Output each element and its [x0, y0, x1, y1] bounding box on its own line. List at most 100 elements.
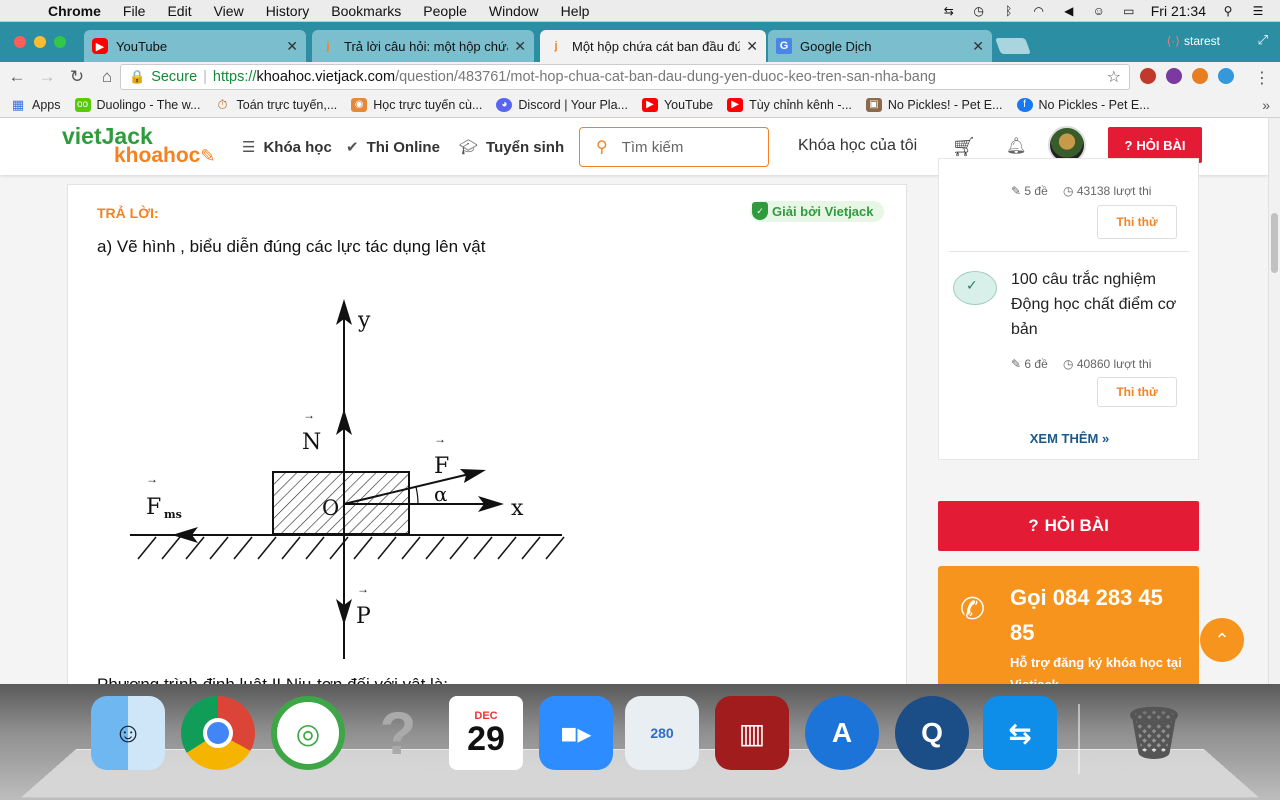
bookmark-star-icon[interactable]: ☆ [1107, 67, 1121, 87]
extension-icon-2[interactable] [1166, 68, 1182, 84]
teamviewer-status-icon[interactable]: ⇆ [941, 4, 957, 18]
graduation-cap-icon: 🎓︎ [459, 139, 479, 156]
bookmark-duolingo[interactable]: oo Duolingo - The w... [74, 97, 201, 112]
user-switch-icon[interactable]: ☺ [1091, 4, 1107, 18]
see-more-link[interactable]: XEM THÊM » [939, 431, 1200, 446]
views-label: 40860 lượt thi [1076, 357, 1152, 371]
youtube-icon: ▶ [92, 38, 108, 54]
menubar-clock[interactable]: Fri 21:34 [1151, 3, 1206, 19]
friction-force-vector-arrow: → [146, 472, 158, 486]
dock-unknown-app[interactable]: ? [358, 692, 438, 774]
site-search-input[interactable]: ⚲ Tìm kiếm [579, 127, 769, 167]
volume-icon[interactable]: ◀ [1061, 4, 1077, 18]
dock-chrome[interactable] [178, 692, 258, 774]
close-tab-icon[interactable]: ✕ [746, 38, 758, 55]
dock-photo-booth[interactable]: ▥ [712, 692, 792, 774]
macos-dock: ☺ ◎ ? DEC 29 ■▸ 280 ▥ A Q ⇆ 🗑︎ [0, 684, 1280, 800]
lock-icon[interactable]: 🔒 [129, 69, 145, 85]
try-test-button-2[interactable]: Thi thử [1097, 377, 1177, 407]
dock-app-store[interactable]: A [802, 692, 882, 774]
wifi-icon[interactable]: ◠ [1031, 4, 1047, 18]
chrome-menu-icon[interactable]: ⋮ [1254, 68, 1270, 88]
ask-question-large-button[interactable]: ? HỎI BÀI [938, 501, 1199, 551]
menu-history[interactable]: History [255, 3, 321, 19]
nav-thi-online[interactable]: ✔ Thi Online [346, 138, 440, 156]
dock-zoom[interactable]: ■▸ [536, 692, 616, 774]
bluetooth-icon[interactable]: ᛒ [1001, 4, 1017, 18]
vietjack-logo[interactable]: vietJack khoahoc✎ [62, 125, 216, 168]
bookmark-label: Học trực tuyến cù... [373, 97, 483, 112]
close-tab-icon[interactable]: ✕ [972, 38, 984, 55]
back-icon[interactable]: ← [4, 67, 30, 87]
dock-trash[interactable]: 🗑︎ [1114, 692, 1194, 774]
tab-tra-loi-cau-hoi[interactable]: j Trả lời câu hỏi: một hộp chứa ✕ [312, 30, 534, 62]
bookmark-no-pickles-1[interactable]: ▣ No Pickles! - Pet E... [865, 97, 1003, 112]
extension-icon-1[interactable] [1140, 68, 1156, 84]
dock-finder[interactable]: ☺ [88, 692, 168, 774]
scroll-to-top-button[interactable]: ⌃ [1200, 618, 1244, 662]
bookmark-label: No Pickles - Pet E... [1038, 97, 1150, 112]
new-tab-button[interactable] [995, 38, 1031, 54]
pencil-icon: ✎ [200, 146, 216, 166]
my-courses-link[interactable]: Khóa học của tôi [798, 137, 917, 155]
hotline-number[interactable]: Gọi 084 283 45 85 [1010, 580, 1185, 650]
try-test-button-1[interactable]: Thi thử [1097, 205, 1177, 239]
time-machine-icon[interactable]: ◷ [971, 4, 987, 18]
menu-file[interactable]: File [112, 3, 157, 19]
secure-label: Secure [151, 69, 198, 85]
more-bookmarks-icon[interactable]: » [1262, 97, 1270, 113]
close-tab-icon[interactable]: ✕ [286, 38, 298, 55]
extension-icon-3[interactable] [1192, 68, 1208, 84]
tab-youtube[interactable]: ▶ YouTube ✕ [84, 30, 306, 62]
page-scrollbar[interactable] [1268, 118, 1280, 684]
course-check-icon [953, 271, 997, 305]
forward-icon[interactable]: → [34, 67, 60, 87]
hotline-subtitle: Hỗ trợ đăng ký khóa học tại Vietjack [1010, 655, 1182, 684]
home-icon[interactable]: ⌂ [94, 67, 120, 87]
battery-icon[interactable]: ▭ [1121, 4, 1137, 18]
menu-view[interactable]: View [203, 3, 255, 19]
dock-teamviewer[interactable]: ⇆ [980, 692, 1060, 774]
menu-chrome[interactable]: Chrome [40, 3, 112, 19]
reload-icon[interactable]: ↻ [64, 67, 90, 87]
bookmark-hoc-truc-tuyen[interactable]: ◉ Học trực tuyến cù... [351, 97, 483, 112]
bookmark-toan-truc-tuyen[interactable]: ⏱ Toán trực tuyến,... [215, 97, 337, 112]
menu-bookmarks[interactable]: Bookmarks [320, 3, 412, 19]
bookmark-no-pickles-2[interactable]: f No Pickles - Pet E... [1016, 97, 1150, 112]
menu-edit[interactable]: Edit [156, 3, 202, 19]
dock-quicktime[interactable]: Q [892, 692, 972, 774]
profile-button[interactable]: ⟨·⟩ starest [1167, 34, 1220, 48]
address-bar[interactable]: 🔒 Secure | https:// khoahoc.vietjack.com… [120, 64, 1130, 90]
bookmark-youtube[interactable]: ▶ YouTube [641, 97, 713, 112]
bookmark-apps[interactable]: ▦ Apps [10, 97, 61, 112]
zoom-window-button[interactable] [54, 36, 66, 48]
bookmark-tuy-chinh-kenh[interactable]: ▶ Tùy chỉnh kênh -... [727, 97, 852, 112]
extension-icon-4[interactable] [1218, 68, 1234, 84]
cart-icon[interactable]: 🛒︎ [952, 135, 976, 159]
menu-window[interactable]: Window [478, 3, 550, 19]
close-window-button[interactable] [14, 36, 26, 48]
spotlight-search-icon[interactable]: ⚲ [1220, 4, 1236, 18]
bell-icon[interactable]: 🔔︎ [1006, 136, 1026, 156]
scrollbar-thumb[interactable] [1271, 213, 1278, 273]
nav-khoa-hoc[interactable]: ☰ Khóa học [242, 138, 332, 156]
tab-google-dich[interactable]: G Google Dịch ✕ [768, 30, 992, 62]
coccoc-browser-icon: ◎ [271, 696, 345, 770]
discord-icon: ◕ [496, 97, 513, 112]
close-tab-icon[interactable]: ✕ [514, 38, 526, 55]
tab-mot-hop-chua-cat[interactable]: j Một hộp chứa cát ban đầu đứ ✕ [540, 30, 766, 62]
bookmark-discord[interactable]: ◕ Discord | Your Pla... [496, 97, 628, 112]
fullscreen-icon[interactable]: ⤢ [1258, 32, 1268, 48]
menu-help[interactable]: Help [550, 3, 601, 19]
nav-tuyen-sinh[interactable]: 🎓︎ Tuyển sinh [459, 138, 564, 156]
minimize-window-button[interactable] [34, 36, 46, 48]
bookmarks-bar: ▦ Apps oo Duolingo - The w... ⏱ Toán trực t… [0, 92, 1280, 118]
notification-center-icon[interactable]: ☰ [1250, 4, 1266, 18]
dock-calendar[interactable]: DEC 29 [446, 692, 526, 774]
dock-maps[interactable]: 280 [622, 692, 702, 774]
course-divider [949, 251, 1189, 252]
dock-coccoc[interactable]: ◎ [268, 692, 348, 774]
course-title-link[interactable]: 100 câu trắc nghiệm Động học chất điểm c… [1011, 267, 1191, 342]
menu-people[interactable]: People [412, 3, 478, 19]
quicktime-icon: Q [895, 696, 969, 770]
